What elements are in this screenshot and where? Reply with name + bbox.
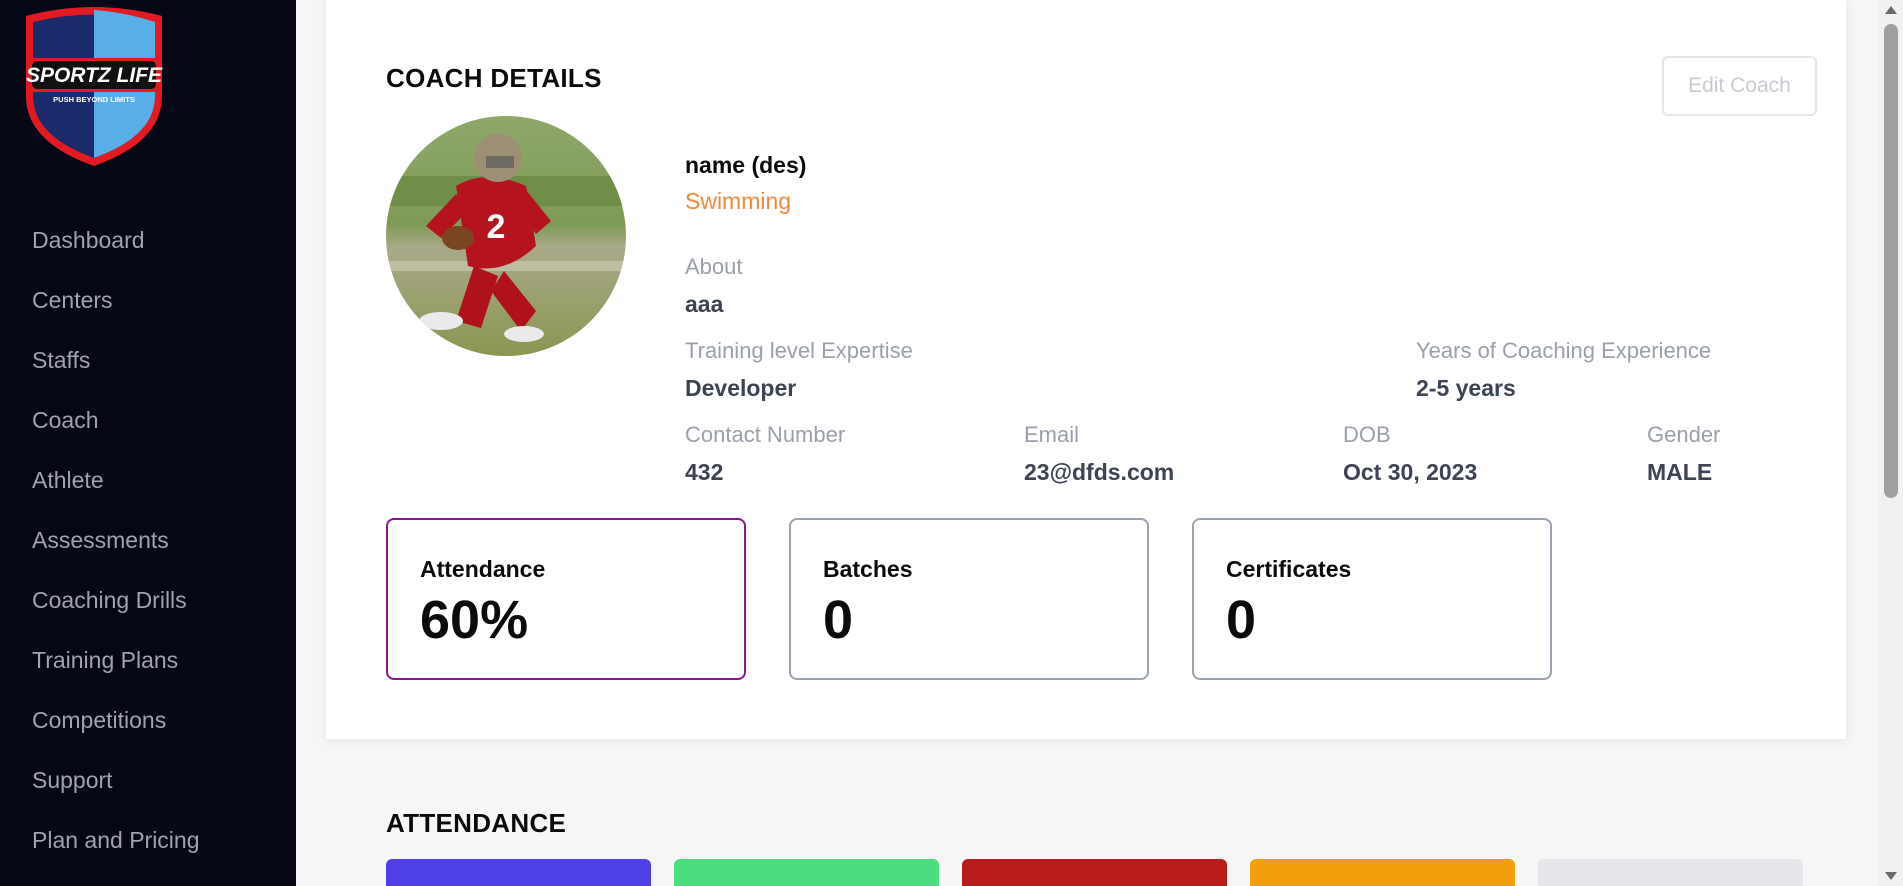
logo-tagline: PUSH BEYOND LIMITS (53, 95, 135, 104)
attendance-stat-card[interactable]: Attendance 60% (386, 518, 746, 680)
gender-label: Gender (1647, 422, 1721, 447)
coach-avatar: 2 (386, 116, 626, 356)
scroll-down-arrow-icon[interactable] (1885, 872, 1897, 880)
coach-details-card: COACH DETAILS Edit Coach 2 name (des) Sw… (326, 0, 1846, 739)
edit-coach-button[interactable]: Edit Coach (1662, 56, 1817, 116)
experience-value: 2-5 years (1416, 375, 1516, 401)
scroll-up-arrow-icon[interactable] (1885, 6, 1897, 14)
sidebar-item-coach[interactable]: Coach (0, 390, 296, 450)
about-value: aaa (685, 291, 724, 317)
page-scrollbar[interactable] (1879, 0, 1903, 886)
app: SPORTZ LIFE PUSH BEYOND LIMITS Dashboard… (0, 0, 1903, 886)
certificates-stat-card[interactable]: Certificates 0 (1192, 518, 1552, 680)
email-label: Email (1024, 422, 1080, 447)
sidebar-item-dashboard[interactable]: Dashboard (0, 210, 296, 270)
email-value: 23@dfds.com (1024, 459, 1175, 485)
coach-name: name (des) (685, 152, 807, 178)
dob-value: Oct 30, 2023 (1343, 459, 1478, 485)
stat-value: 0 (1226, 590, 1257, 650)
batches-stat-card[interactable]: Batches 0 (789, 518, 1149, 680)
sidebar-item-plan-and-pricing[interactable]: Plan and Pricing (0, 810, 296, 870)
stat-value: 0 (823, 590, 854, 650)
scroll-thumb[interactable] (1884, 24, 1898, 498)
about-label: About (685, 254, 743, 279)
sidebar-item-assessments[interactable]: Assessments (0, 510, 296, 570)
attendance-tile-5[interactable] (1538, 859, 1803, 886)
sidebar-item-competitions[interactable]: Competitions (0, 690, 296, 750)
coach-sport: Swimming (685, 188, 792, 214)
experience-label: Years of Coaching Experience (1416, 338, 1712, 363)
sidebar-nav: Dashboard Centers Staffs Coach Athlete A… (0, 210, 296, 870)
sportz-life-logo[interactable]: SPORTZ LIFE PUSH BEYOND LIMITS (20, 4, 168, 168)
dob-label: DOB (1343, 422, 1391, 447)
stat-value: 60% (420, 590, 529, 650)
stat-label: Attendance (420, 556, 546, 582)
training-level-label: Training level Expertise (685, 338, 913, 363)
contact-number-label: Contact Number (685, 422, 846, 447)
stat-label: Batches (823, 556, 913, 582)
contact-number-value: 432 (685, 459, 724, 485)
sidebar-item-staffs[interactable]: Staffs (0, 330, 296, 390)
stat-label: Certificates (1226, 556, 1352, 582)
main-content: COACH DETAILS Edit Coach 2 name (des) Sw… (296, 0, 1879, 886)
training-level-value: Developer (685, 375, 797, 401)
sidebar-item-athlete[interactable]: Athlete (0, 450, 296, 510)
attendance-tile-4[interactable] (1250, 859, 1515, 886)
sidebar-item-centers[interactable]: Centers (0, 270, 296, 330)
attendance-section-title: ATTENDANCE (386, 808, 567, 838)
sidebar-item-training-plans[interactable]: Training Plans (0, 630, 296, 690)
svg-text:2: 2 (487, 208, 506, 246)
attendance-tile-1[interactable] (386, 859, 651, 886)
logo-title: SPORTZ LIFE (26, 64, 163, 87)
gender-value: MALE (1647, 459, 1713, 485)
attendance-tile-2[interactable] (674, 859, 939, 886)
sidebar: SPORTZ LIFE PUSH BEYOND LIMITS Dashboard… (0, 0, 296, 886)
sidebar-item-coaching-drills[interactable]: Coaching Drills (0, 570, 296, 630)
sidebar-item-support[interactable]: Support (0, 750, 296, 810)
attendance-tile-3[interactable] (962, 859, 1227, 886)
coach-details-title: COACH DETAILS (386, 63, 602, 93)
